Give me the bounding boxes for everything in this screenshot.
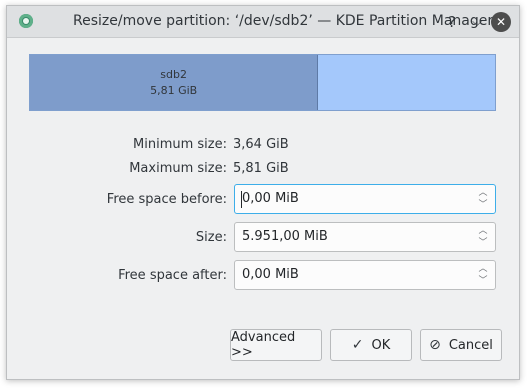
free-space-before-label: Free space before: xyxy=(106,192,227,207)
title-bar[interactable]: Resize/move partition: ‘/dev/sdb2’ — KDE… xyxy=(7,6,519,38)
maximum-size-value: 5,81 GiB xyxy=(233,161,289,176)
chevron-up-icon[interactable]: ︿ xyxy=(478,188,487,198)
advanced-button-label: Advanced >> xyxy=(231,330,296,360)
partition-block-sdb2[interactable]: sdb2 5,81 GiB xyxy=(30,55,319,110)
spin-arrows[interactable]: ︿ ﹀ xyxy=(477,264,489,286)
advanced-button[interactable]: Advanced >> xyxy=(230,329,322,361)
partition-name: sdb2 xyxy=(160,67,187,81)
partition-manager-icon xyxy=(19,14,33,28)
cancel-icon: ⊘ xyxy=(429,337,441,353)
chevron-up-icon[interactable]: ︿ xyxy=(478,226,487,236)
chevron-down-icon[interactable]: ﹀ xyxy=(478,238,487,248)
free-space-after-label: Free space after: xyxy=(118,268,227,283)
minimum-size-value: 3,64 GiB xyxy=(233,137,289,152)
spin-arrows[interactable]: ︿ ﹀ xyxy=(477,226,489,248)
size-spinbox[interactable]: 5.951,00 MiB ︿ ﹀ xyxy=(234,222,496,252)
cancel-button-label: Cancel xyxy=(448,337,493,353)
chevron-up-icon[interactable]: ︿ xyxy=(478,264,487,274)
chevron-down-icon[interactable]: ﹀ xyxy=(478,200,487,210)
minimum-size-label: Minimum size: xyxy=(133,137,227,152)
ok-button-label: OK xyxy=(371,337,391,353)
free-space-before-value: 0,00 MiB xyxy=(242,191,299,206)
help-icon[interactable]: ? xyxy=(443,13,461,31)
window-title: Resize/move partition: ‘/dev/sdb2’ — KDE… xyxy=(73,13,494,29)
partition-size: 5,81 GiB xyxy=(150,83,198,97)
ok-button[interactable]: ✓ OK xyxy=(330,329,412,361)
minimize-icon[interactable]: ⌵ xyxy=(468,13,486,31)
maximum-size-label: Maximum size: xyxy=(129,161,227,176)
partition-resizer[interactable]: sdb2 5,81 GiB xyxy=(29,54,496,111)
chevron-down-icon[interactable]: ﹀ xyxy=(478,276,487,286)
free-space-after-spinbox[interactable]: 0,00 MiB ︿ ﹀ xyxy=(234,260,496,290)
size-value: 5.951,00 MiB xyxy=(242,229,328,244)
checkmark-icon: ✓ xyxy=(351,337,364,353)
close-icon[interactable]: ✕ xyxy=(491,12,511,32)
free-space-before-spinbox[interactable]: 0,00 MiB ︿ ﹀ xyxy=(234,184,496,214)
spin-arrows[interactable]: ︿ ﹀ xyxy=(477,188,489,210)
resize-dialog: Resize/move partition: ‘/dev/sdb2’ — KDE… xyxy=(6,5,520,380)
size-label: Size: xyxy=(195,230,227,245)
cancel-button[interactable]: ⊘ Cancel xyxy=(420,329,502,361)
free-space-after-value: 0,00 MiB xyxy=(242,267,299,282)
